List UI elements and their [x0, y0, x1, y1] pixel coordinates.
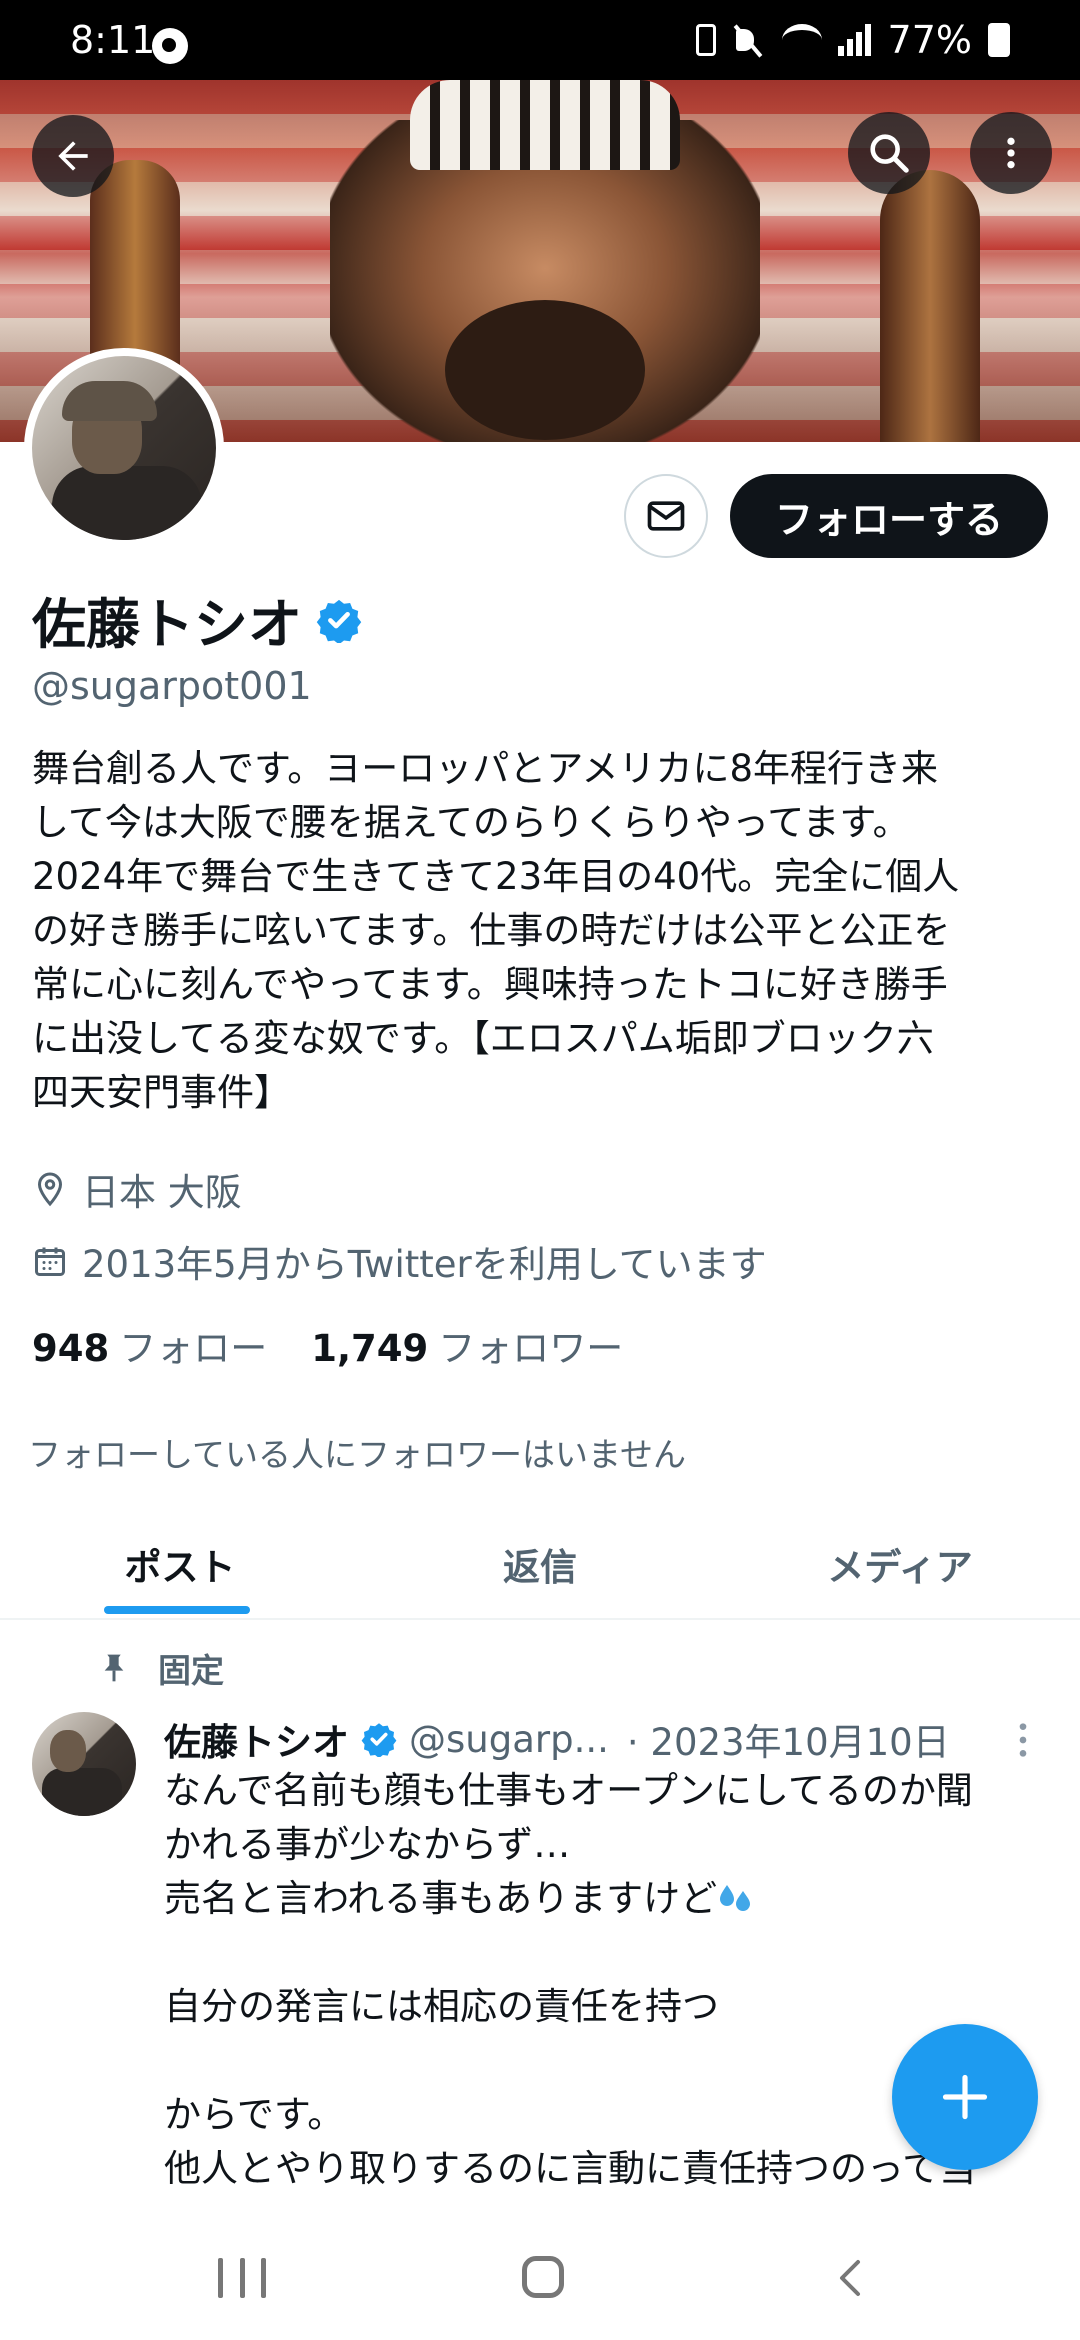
- following-count: 948: [32, 1327, 110, 1370]
- tab-replies[interactable]: 返信: [360, 1510, 720, 1618]
- followers-count: 1,749: [311, 1327, 429, 1370]
- profile-avatar[interactable]: [24, 348, 224, 548]
- battery-percent: 77%: [887, 18, 972, 62]
- location-text: 日本 大阪: [82, 1171, 242, 1214]
- location-pin-icon: [37, 1172, 63, 1207]
- post-text-part2: 自分の発言には相応の責任を持つ からです。 他人とやり取りするのに言動に責任持つ…: [164, 1985, 977, 2190]
- display-name: 佐藤トシオ: [32, 593, 302, 656]
- following-label: フォロー: [119, 1327, 268, 1370]
- recents-icon[interactable]: [218, 2258, 266, 2298]
- more-options-button[interactable]: [970, 112, 1052, 194]
- post-author-avatar[interactable]: [32, 1712, 136, 1816]
- more-vertical-icon: [1007, 137, 1015, 169]
- banner-crown: [410, 80, 680, 170]
- profile-tabs: ポスト 返信 メディア: [0, 1510, 1080, 1620]
- pin-icon: [104, 1654, 124, 1682]
- banner-beard: [445, 300, 645, 440]
- post-date[interactable]: · 2023年10月10日: [627, 1712, 950, 1766]
- profile-handle: @sugarpot001: [32, 664, 312, 708]
- plus-icon: [942, 2074, 988, 2120]
- verified-badge-icon[interactable]: [316, 597, 362, 643]
- post-author-name[interactable]: 佐藤トシオ: [164, 1712, 349, 1766]
- tab-posts[interactable]: ポスト: [0, 1510, 360, 1618]
- compose-button[interactable]: [892, 2024, 1038, 2170]
- follow-button[interactable]: フォローする: [730, 474, 1048, 558]
- profile-name-row: 佐藤トシオ: [32, 580, 362, 659]
- back-arrow-icon: [58, 141, 88, 171]
- calendar-icon: [35, 1247, 65, 1276]
- active-tab-indicator: [104, 1606, 250, 1614]
- followers-you-know-note: フォローしている人にフォロワーはいません: [28, 1435, 687, 1474]
- search-icon: [870, 134, 909, 173]
- post-more-icon[interactable]: [1016, 1720, 1030, 1760]
- banner-throne-right: [880, 170, 980, 442]
- search-button[interactable]: [848, 112, 930, 194]
- verified-badge-icon: [361, 1723, 397, 1757]
- follow-stats: 948 フォロー 1,749 フォロワー: [32, 1318, 623, 1372]
- pinned-label: 固定: [158, 1651, 224, 1690]
- back-button[interactable]: [32, 115, 114, 197]
- battery-saver-icon: [695, 24, 716, 56]
- mute-icon: [732, 23, 766, 57]
- sweat-droplets-icon: [720, 1885, 751, 1911]
- sync-icon: [152, 28, 188, 64]
- home-icon[interactable]: [522, 2256, 564, 2298]
- followers-stat[interactable]: 1,749 フォロワー: [311, 1318, 623, 1372]
- following-stat[interactable]: 948 フォロー: [32, 1318, 267, 1372]
- post-text-part1: なんで名前も顔も仕事もオープンにしてるのか聞 かれる事が少なからず… 売名と言わ…: [164, 1769, 973, 1920]
- profile-joined: 2013年5月からTwitterを利用しています: [32, 1234, 767, 1288]
- system-nav-bar: [0, 2210, 1080, 2340]
- wifi-icon: [781, 24, 822, 56]
- post-author-handle: @sugarp...: [409, 1717, 609, 1761]
- status-icons: 77%: [695, 18, 1010, 62]
- profile-bio: 舞台創る人です。ヨーロッパとアメリカに8年程行き来 して今は大阪で腰を据えてのら…: [32, 747, 960, 1114]
- pinned-indicator: 固定: [98, 1644, 224, 1692]
- nav-back-icon[interactable]: [834, 2258, 864, 2298]
- post-header: 佐藤トシオ @sugarp... · 2023年10月10日: [164, 1712, 1044, 1766]
- followers-label: フォロワー: [438, 1327, 624, 1370]
- status-time: 8:11: [70, 18, 156, 62]
- battery-icon: [988, 23, 1010, 57]
- profile-location: 日本 大阪: [32, 1162, 242, 1216]
- mail-icon: [647, 501, 685, 531]
- tab-media[interactable]: メディア: [720, 1510, 1080, 1618]
- joined-text: 2013年5月からTwitterを利用しています: [82, 1243, 767, 1286]
- message-button[interactable]: [624, 474, 708, 558]
- signal-icon: [837, 24, 872, 56]
- status-bar: 8:11 77%: [0, 0, 1080, 80]
